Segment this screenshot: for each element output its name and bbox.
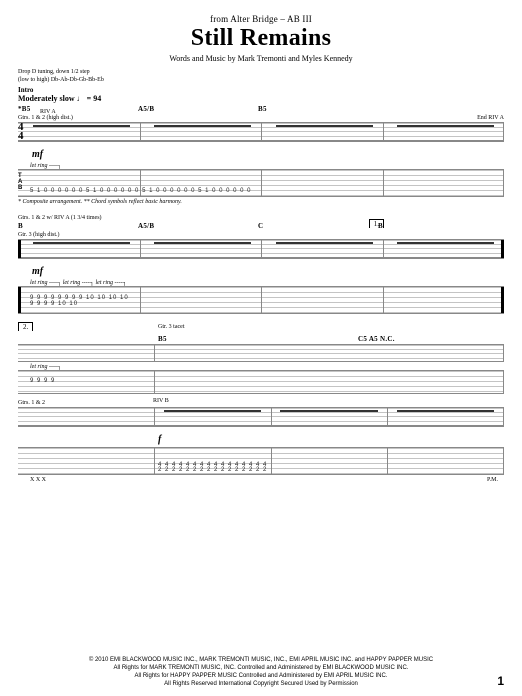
staff-3a	[18, 344, 504, 362]
page-number: 1	[497, 674, 504, 688]
chord-c: C	[258, 222, 378, 230]
tab-frets-3c: 2 2 2 2 2 2 2 2 2 2 2 2 2 2 2 2	[158, 467, 500, 473]
chord-row-3: B5 C5 A5 N.C.	[18, 335, 504, 343]
staff-2	[18, 239, 504, 259]
tab-frets-3a: 9 9 9 9	[30, 378, 500, 384]
riva-end: End RIV A	[477, 115, 504, 121]
chord-row-1: *B5 A5/B B5	[18, 105, 504, 113]
dynamic-mf-2: mf	[32, 266, 43, 277]
from-line: from Alter Bridge – AB III	[18, 14, 504, 24]
rivb-label: RIV B	[153, 398, 169, 404]
chord-row-2: B A5/B C B	[18, 222, 504, 230]
staff-3b: RIV B	[18, 407, 504, 427]
scratch-marks: X X X	[30, 477, 46, 483]
tab-2: 9 9 9 9 9 9 9 9 10 10 10 10 9 9 9 9 10 1…	[18, 286, 504, 314]
tab-1: TAB 5 1 0 0 0 0 0 0 5 1 0 0 0 0 0 0 5 1 …	[18, 169, 504, 197]
tab-frets-1: 5 1 0 0 0 0 0 0 5 1 0 0 0 0 0 0 5 1 0 0 …	[30, 188, 500, 194]
footnote-1: * Composite arrangement. ** Chord symbol…	[18, 199, 504, 205]
chord-a5b: A5/B	[138, 105, 258, 113]
copyright-l2: All Rights for MARK TREMONTI MUSIC, INC.…	[0, 664, 522, 672]
chord-a5b-2: A5/B	[138, 222, 258, 230]
copyright-footer: © 2010 EMI BLACKWOOD MUSIC INC., MARK TR…	[0, 656, 522, 688]
gtr3-tacet: Gtr. 3 tacet	[158, 324, 185, 330]
tab-frets-2b: 9 9 9 9 10 10	[30, 301, 500, 307]
chord-b5: *B5	[18, 105, 138, 113]
repeat-box-2: 2.	[18, 322, 33, 331]
system-3: 2. Gtr. 3 tacet B5 C5 A5 N.C. let ring -…	[18, 324, 504, 483]
tuning-line-2: (low to high) Db-Ab-Db-Gb-Bb-Eb	[18, 77, 504, 85]
gtr3-label: Gtr. 3 (high dist.)	[18, 232, 504, 238]
gtr-label-2: Gtrs. 1 & 2 w/ RIV A (1 3/4 times)	[18, 215, 504, 221]
tempo-marking: Moderately slow ♩ = 94	[18, 94, 504, 103]
system-2: Gtrs. 1 & 2 w/ RIV A (1 3/4 times) B A5/…	[18, 215, 504, 314]
chord-b5-3: B5	[158, 335, 358, 343]
song-title: Still Remains	[18, 25, 504, 52]
chord-b-2: B	[378, 222, 458, 230]
tuning-info: Drop D tuning, down 1/2 step (low to hig…	[18, 69, 504, 84]
palm-mute: P.M.	[487, 477, 498, 483]
riva-label: RIV A	[40, 109, 56, 115]
tuning-line-1: Drop D tuning, down 1/2 step	[18, 69, 504, 77]
credits: Words and Music by Mark Tremonti and Myl…	[18, 54, 504, 63]
gtr-label-1: Gtrs. 1 & 2 (high dist.)	[18, 115, 504, 121]
chord-b5-2: B5	[258, 105, 418, 113]
copyright-l3: All Rights for HAPPY PAPPER MUSIC Contro…	[0, 672, 522, 680]
staff-1: 44 RIV A End RIV A	[18, 122, 504, 142]
copyright-l4: All Rights Reserved International Copyri…	[0, 680, 522, 688]
section-intro-label: Intro	[18, 86, 504, 94]
copyright-l1: © 2010 EMI BLACKWOOD MUSIC INC., MARK TR…	[0, 656, 522, 664]
tab-3b: 4 4 4 4 4 4 4 4 4 4 4 4 4 4 4 4 2 2 2 2 …	[18, 447, 504, 475]
chord-b: B	[18, 222, 138, 230]
sheet-music-page: from Alter Bridge – AB III Still Remains…	[0, 0, 522, 696]
repeat-box-1: 1.	[369, 219, 384, 228]
dynamic-f: f	[158, 434, 161, 445]
dynamic-mf: mf	[32, 149, 43, 160]
chord-c5a5nc: C5 A5 N.C.	[358, 335, 478, 343]
tab-3a: 9 9 9 9	[18, 370, 504, 394]
header: from Alter Bridge – AB III Still Remains…	[18, 14, 504, 63]
system-1: *B5 A5/B B5 Gtrs. 1 & 2 (high dist.) 44 …	[18, 105, 504, 205]
gtr-label-3: Gtrs. 1 & 2	[18, 400, 504, 406]
